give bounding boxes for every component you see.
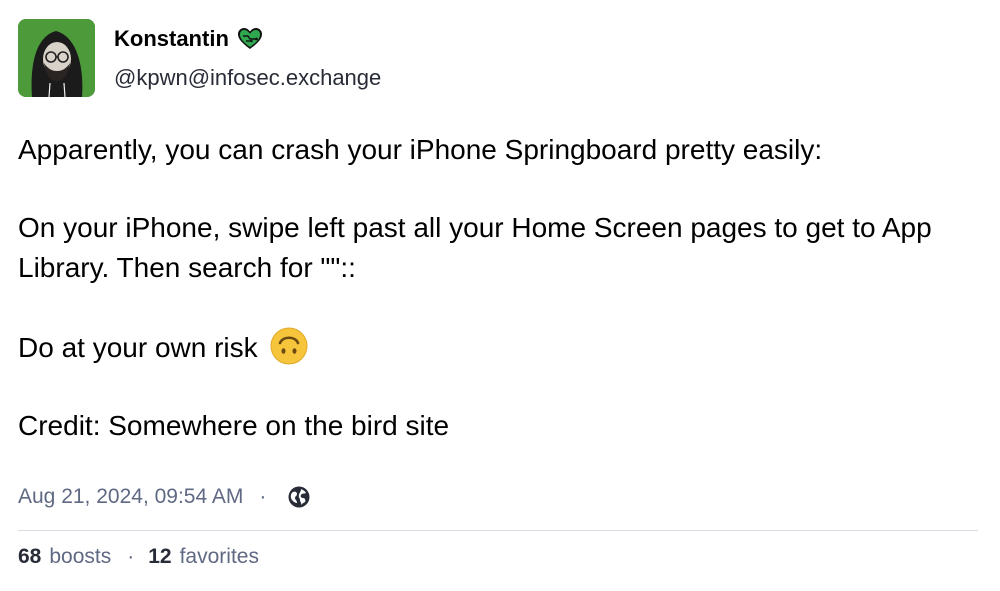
meta-separator: · — [259, 485, 267, 508]
boosts-label: boosts — [49, 545, 112, 568]
avatar[interactable] — [18, 19, 95, 97]
display-name-text: Konstantin — [114, 26, 229, 51]
post-paragraph-text: Do at your own risk — [18, 332, 258, 363]
post-content: Apparently, you can crash your iPhone Sp… — [18, 130, 978, 484]
post-card: Konstantin @kpwn@infosec.exchange Appare… — [0, 0, 1000, 591]
post-paragraph: Credit: Somewhere on the bird site — [18, 410, 450, 441]
favorites-link[interactable]: 12 favorites — [148, 545, 259, 569]
divider — [18, 530, 978, 531]
boosts-count: 68 — [18, 545, 42, 568]
post-paragraph: Do at your own risk — [18, 326, 978, 368]
display-name[interactable]: Konstantin — [114, 26, 263, 52]
account-handle[interactable]: @kpwn@infosec.exchange — [114, 65, 381, 91]
post-stats: 68 boosts · 12 favorites — [18, 545, 259, 569]
post-paragraph: Apparently, you can crash your iPhone Sp… — [18, 134, 823, 165]
boosts-link[interactable]: 68 boosts — [18, 545, 111, 569]
post-paragraph: On your iPhone, swipe left past all your… — [18, 212, 932, 283]
avatar-hooded-person-icon — [18, 19, 95, 97]
post-meta: Aug 21, 2024, 09:54 AM · — [18, 484, 312, 510]
stats-separator: · — [127, 545, 135, 568]
post-timestamp[interactable]: Aug 21, 2024, 09:54 AM — [18, 485, 243, 509]
upside-down-face-emoji-icon — [269, 326, 309, 366]
favorites-label: favorites — [179, 545, 259, 568]
globe-icon[interactable] — [286, 484, 312, 510]
favorites-count: 12 — [148, 545, 172, 568]
green-heart-circuit-emoji-icon — [237, 27, 263, 51]
